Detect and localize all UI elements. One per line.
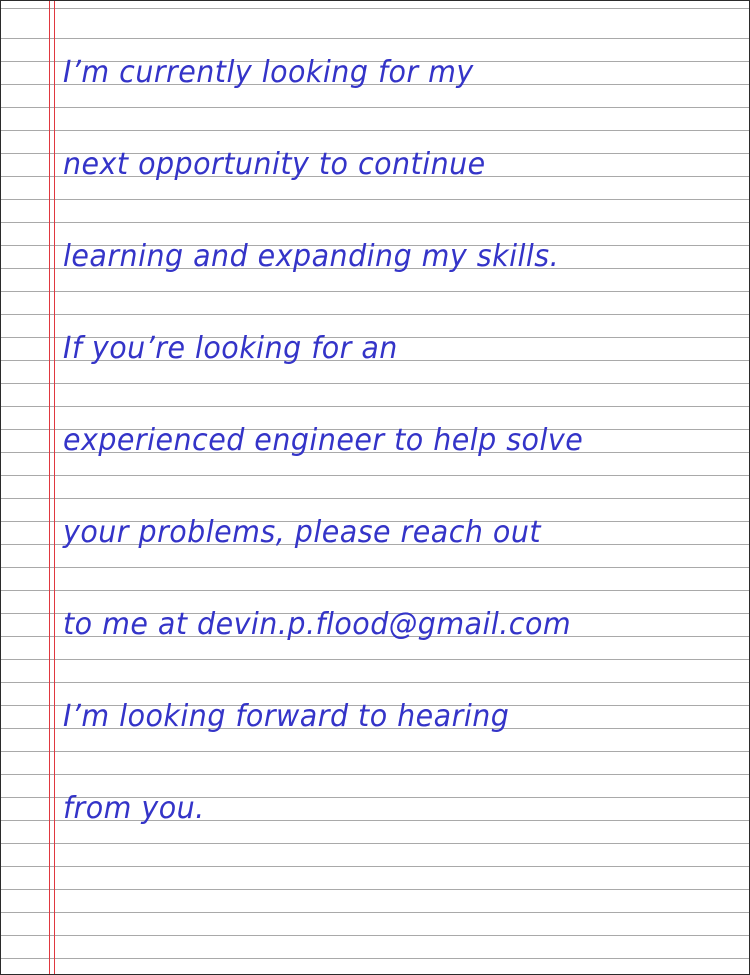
note-line: next opportunity to continue	[63, 147, 486, 182]
note-line: I’m looking forward to hearing	[63, 699, 510, 734]
note-line: experienced engineer to help solve	[63, 423, 584, 458]
note-line: learning and expanding my skills.	[63, 239, 560, 274]
margin-line-right	[54, 1, 55, 974]
note-line: to me at devin.p.flood@gmail.com	[63, 607, 572, 642]
note-line: from you.	[63, 791, 205, 826]
note-line: I’m currently looking for my	[63, 55, 474, 90]
lined-paper: I’m currently looking for my next opport…	[0, 0, 750, 975]
note-line: your problems, please reach out	[63, 515, 542, 550]
note-line: If you’re looking for an	[63, 331, 398, 366]
margin-line-left	[49, 1, 50, 974]
handwritten-note: I’m currently looking for my next opport…	[63, 45, 743, 873]
